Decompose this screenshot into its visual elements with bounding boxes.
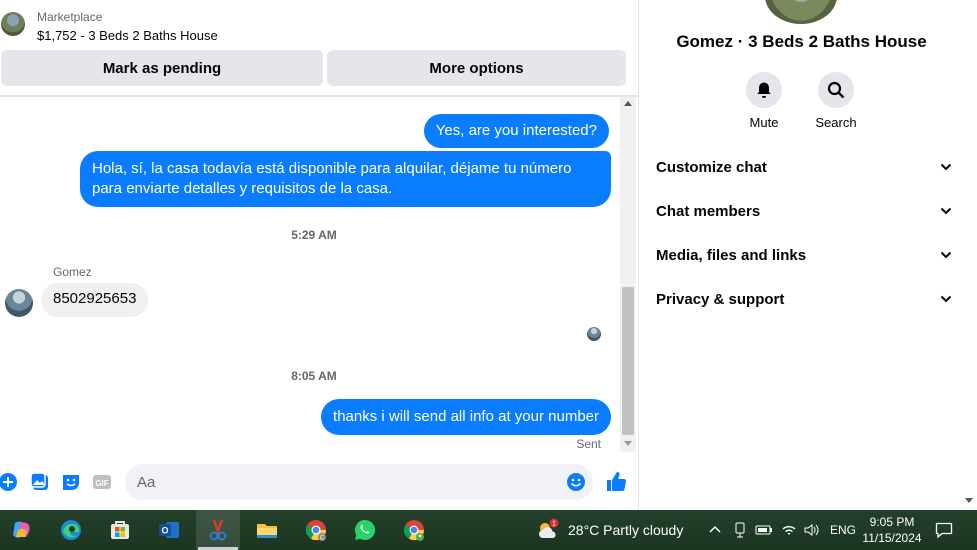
mute-action[interactable]: Mute	[734, 72, 794, 130]
whatsapp-icon	[354, 519, 376, 540]
outlook-icon: O	[159, 522, 179, 538]
gif-icon[interactable]: GIF	[92, 472, 112, 492]
chevron-down-icon	[940, 207, 952, 215]
copilot-icon	[13, 521, 30, 538]
chevron-down-icon	[940, 295, 952, 303]
partly-cloudy-icon[interactable]: 1	[536, 518, 560, 542]
conversation-name: Gomez · 3 Beds 2 Baths House	[676, 32, 927, 51]
bell-icon	[757, 82, 771, 98]
chrome-icon: C	[305, 520, 327, 542]
edge-icon	[61, 520, 81, 540]
message-input[interactable]	[125, 464, 593, 500]
customize-chat-section[interactable]: Customize chat	[656, 159, 952, 181]
message-composer: GIF	[0, 460, 638, 504]
message-timestamp: 5:29 AM	[291, 228, 337, 242]
thumbs-up-icon[interactable]	[605, 470, 627, 492]
copilot-taskbar-button[interactable]	[0, 510, 44, 550]
search-action[interactable]: Search	[806, 72, 866, 130]
section-label: Media, files and links	[656, 247, 807, 264]
marketplace-header[interactable]: Marketplace $1,752 - 3 Beds 2 Baths Hous…	[0, 0, 638, 46]
snipping-tool-taskbar-button[interactable]	[196, 510, 240, 550]
outgoing-message[interactable]: Hola, sí, la casa todavía está disponibl…	[80, 151, 611, 207]
usb-device-icon[interactable]	[733, 522, 747, 538]
conversation-details-pane: Gomez · 3 Beds 2 Baths House Mute Search…	[638, 0, 977, 510]
chevron-down-icon	[940, 163, 952, 171]
chevron-up-icon[interactable]	[709, 525, 721, 533]
sender-name: Gomez	[53, 265, 92, 279]
store-icon	[111, 521, 129, 539]
language-indicator[interactable]: ENG	[830, 523, 856, 537]
emoji-icon[interactable]	[566, 472, 586, 492]
scroll-down-arrow-icon[interactable]	[624, 441, 632, 446]
listing-thumbnail	[1, 12, 25, 36]
message-status: Sent	[576, 437, 601, 451]
media-files-links-section[interactable]: Media, files and links	[656, 247, 952, 269]
search-label: Search	[815, 115, 857, 130]
message-scrollbar[interactable]	[620, 97, 636, 452]
wifi-icon[interactable]	[781, 522, 797, 538]
chevron-down-icon	[940, 251, 952, 259]
scroll-down-arrow-icon[interactable]	[965, 498, 973, 503]
svg-text:GIF: GIF	[95, 479, 108, 488]
mute-button[interactable]	[746, 72, 782, 108]
clock-date: 11/15/2024	[862, 531, 922, 545]
snipping-tool-icon	[209, 519, 227, 541]
more-options-button[interactable]: More options	[327, 50, 626, 86]
add-icon[interactable]	[0, 472, 18, 492]
sender-avatar[interactable]	[5, 289, 33, 317]
marketplace-label: Marketplace	[37, 10, 103, 24]
scrollbar-thumb[interactable]	[622, 287, 634, 435]
chat-members-section[interactable]: Chat members	[656, 203, 952, 225]
search-button[interactable]	[818, 72, 854, 108]
store-taskbar-button[interactable]	[98, 510, 142, 550]
system-clock[interactable]: 9:05 PM 11/15/2024	[858, 514, 926, 546]
file-explorer-icon	[257, 524, 277, 538]
chrome-profile-taskbar-button[interactable]	[392, 510, 436, 550]
message-timestamp: 8:05 AM	[291, 369, 337, 383]
outlook-taskbar-button[interactable]: O	[147, 510, 191, 550]
mute-label: Mute	[749, 115, 779, 130]
privacy-support-section[interactable]: Privacy & support	[656, 291, 952, 313]
weather-text[interactable]: 28°C Partly cloudy	[568, 522, 683, 538]
attach-image-icon[interactable]	[30, 472, 50, 492]
listing-title[interactable]: $1,752 - 3 Beds 2 Baths House	[37, 28, 218, 43]
windows-taskbar: O C 1 28°C Partly cloudy ENG 9:05 PM 11/…	[0, 510, 977, 550]
notification-icon[interactable]	[935, 521, 953, 539]
outgoing-message[interactable]: Yes, are you interested?	[423, 114, 609, 148]
weather-alert-badge: 1	[552, 521, 556, 528]
svg-text:O: O	[161, 526, 168, 536]
incoming-message[interactable]: 8502925653	[41, 283, 149, 317]
scroll-up-arrow-icon[interactable]	[624, 101, 632, 106]
file-explorer-taskbar-button[interactable]	[245, 510, 289, 550]
messenger-window: Marketplace $1,752 - 3 Beds 2 Baths Hous…	[0, 0, 977, 510]
chat-pane: Marketplace $1,752 - 3 Beds 2 Baths Hous…	[0, 0, 638, 510]
volume-icon[interactable]	[803, 522, 820, 538]
battery-icon[interactable]	[755, 524, 773, 536]
section-label: Chat members	[656, 203, 761, 220]
search-icon	[827, 81, 845, 99]
chrome-taskbar-button[interactable]: C	[294, 510, 338, 550]
listing-profile-image[interactable]	[765, 0, 837, 24]
sticker-icon[interactable]	[61, 472, 81, 492]
message-list: Yes, are you interested? Hola, sí, la ca…	[0, 97, 620, 455]
whatsapp-taskbar-button[interactable]	[343, 510, 387, 550]
read-receipt-avatar	[587, 327, 601, 341]
edge-taskbar-button[interactable]	[49, 510, 93, 550]
svg-text:C: C	[320, 536, 325, 542]
mark-as-pending-button[interactable]: Mark as pending	[1, 50, 323, 86]
section-label: Customize chat	[656, 159, 767, 176]
outgoing-message[interactable]: thanks i will send all info at your numb…	[321, 399, 611, 435]
clock-time: 9:05 PM	[869, 515, 915, 529]
section-label: Privacy & support	[656, 291, 785, 308]
chrome-profile-icon	[403, 520, 425, 541]
